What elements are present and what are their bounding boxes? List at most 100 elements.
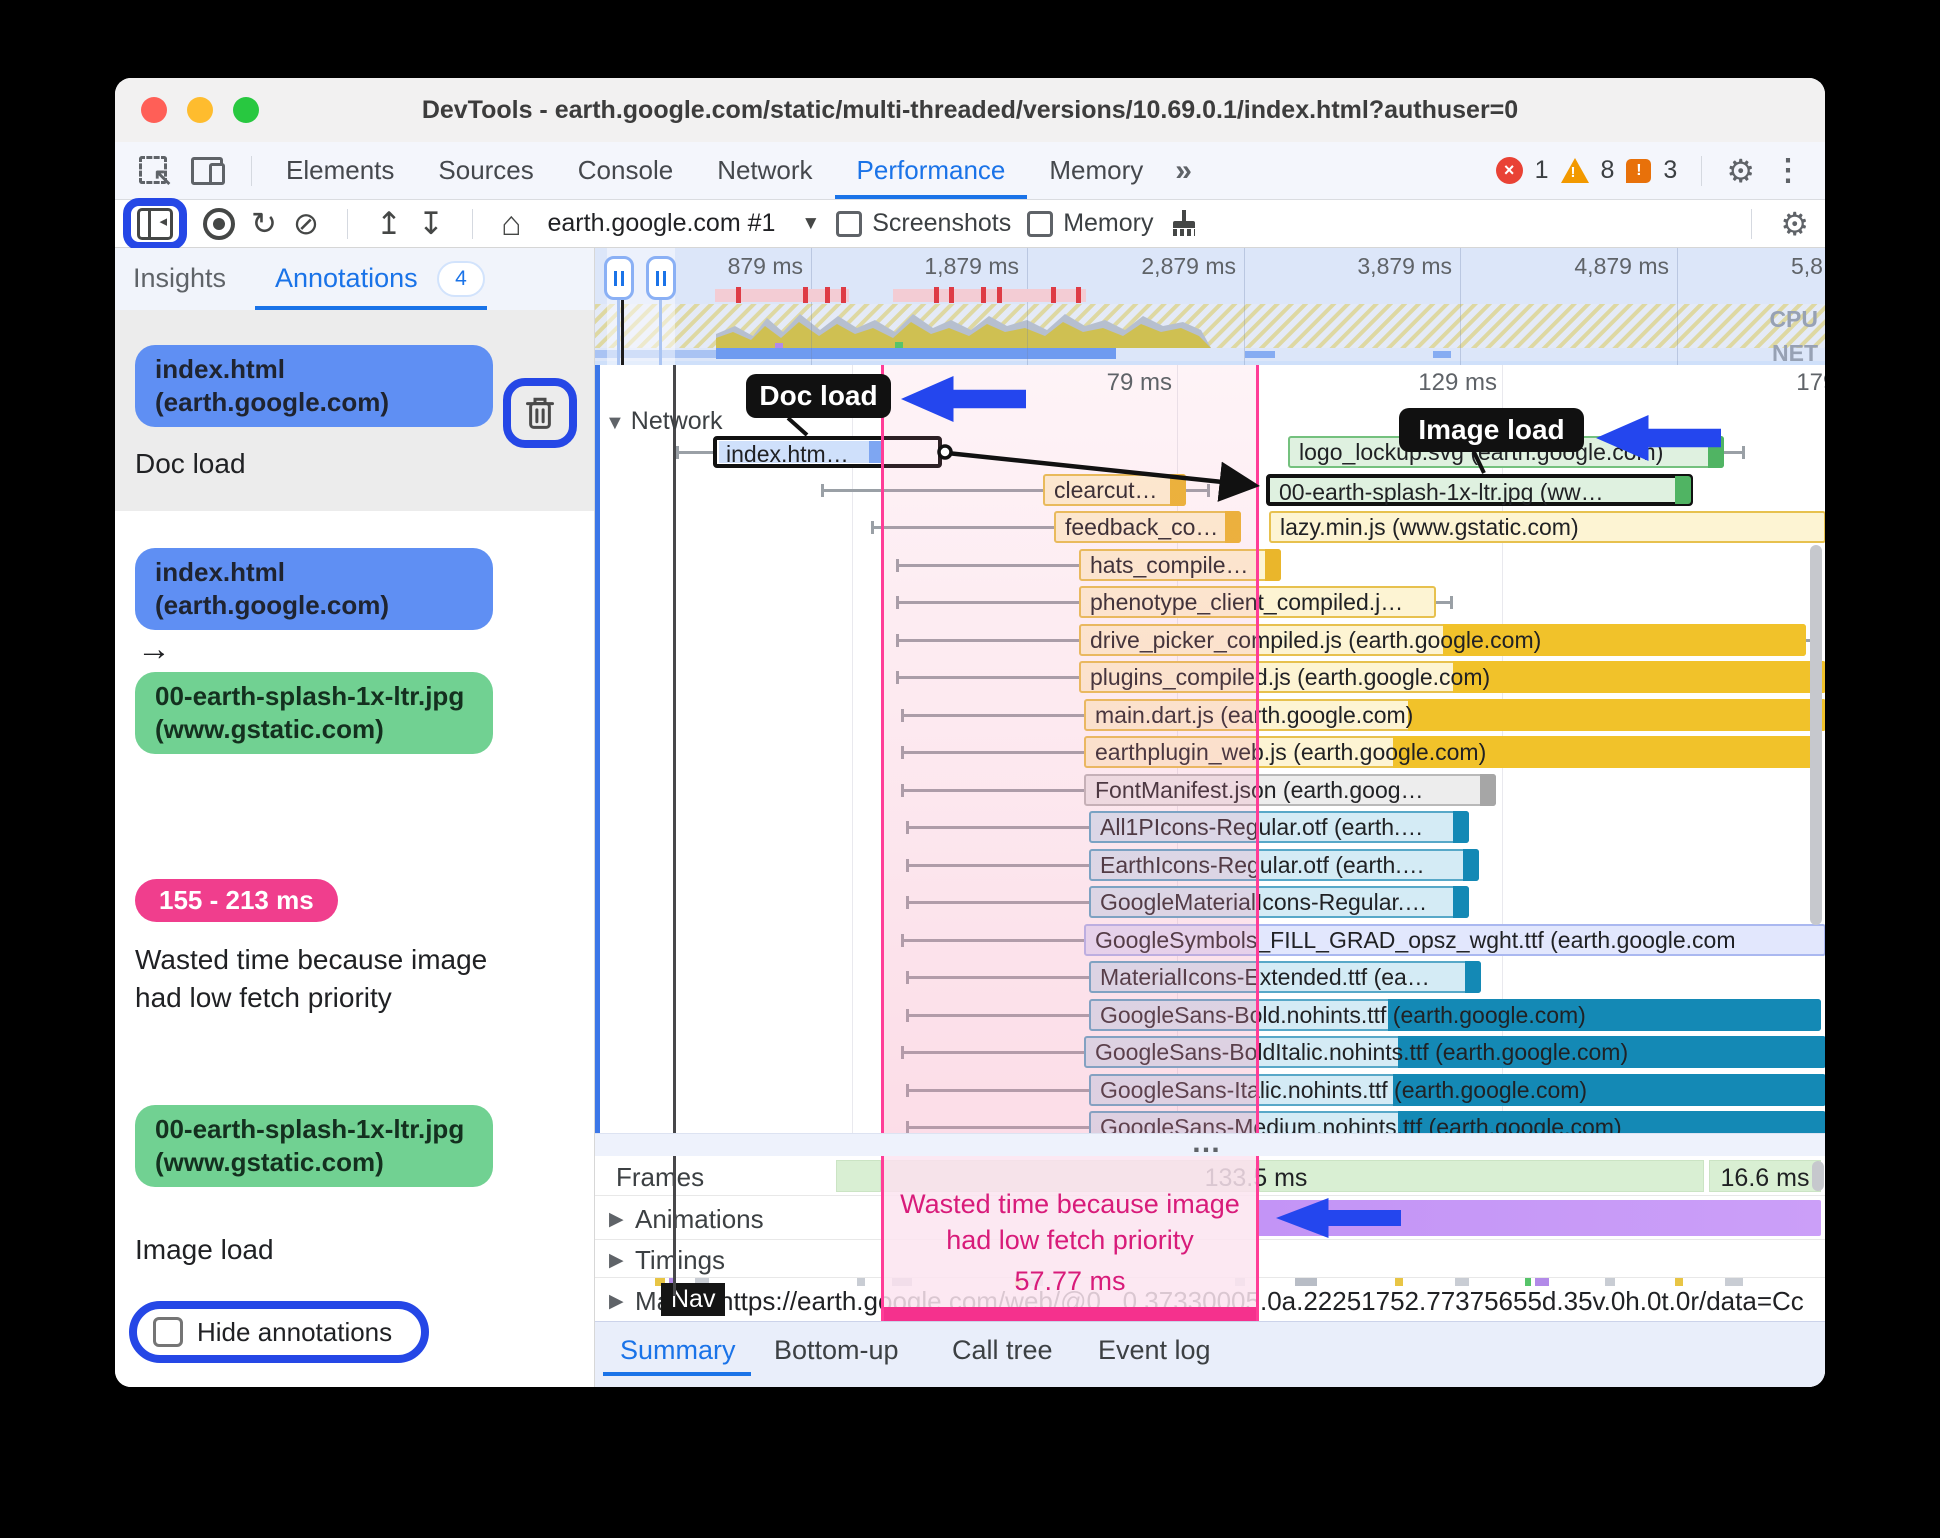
request-solid-segment (1453, 661, 1825, 693)
annotation-pill-link-from[interactable]: index.html (earth.google.com) (135, 548, 493, 630)
screenshots-checkbox[interactable]: Screenshots (836, 209, 1011, 238)
network-request-bar[interactable]: MaterialIcons-Extended.ttf (ea… (1089, 961, 1481, 993)
network-request-bar[interactable]: FontManifest.json (earth.goog… (1084, 773, 1496, 806)
checkbox-icon[interactable] (836, 210, 863, 237)
tab-summary[interactable]: Summary (620, 1322, 736, 1378)
network-request-bar[interactable]: lazy.min.js (www.gstatic.com) (1269, 511, 1825, 543)
overview-tick-label: 5,8 (1791, 253, 1823, 279)
request-label: clearcut… (1054, 476, 1158, 503)
download-profile-icon[interactable]: ↧ (418, 208, 444, 239)
network-track-header[interactable]: ▼ Network (605, 407, 722, 436)
overview-tick-label: 4,879 ms (1574, 253, 1669, 279)
garbage-collect-brush-icon[interactable] (1170, 209, 1198, 238)
network-request-bar[interactable]: plugins_compiled.js (earth.google.com) (1079, 661, 1825, 693)
toggle-sidebar-panel-icon[interactable]: ◂ (137, 207, 173, 240)
tab-annotations[interactable]: Annotations (275, 248, 418, 310)
tab-performance[interactable]: Performance (834, 142, 1028, 199)
network-request-bar[interactable]: hats_compile… (1079, 548, 1281, 581)
hide-annotations-checkbox[interactable] (153, 1317, 183, 1347)
long-task-tick (981, 287, 986, 303)
network-request-bar[interactable]: drive_picker_compiled.js (earth.google.c… (1079, 623, 1806, 656)
tab-bottom-up[interactable]: Bottom-up (774, 1322, 899, 1378)
range-handle-right[interactable] (646, 256, 676, 300)
more-requests-row[interactable]: … (595, 1126, 1825, 1159)
network-waterfall[interactable]: 79 ms129 ms179 m ▼Network index.htm…logo… (595, 365, 1825, 1133)
home-icon[interactable]: ⌂ (501, 207, 522, 241)
capture-settings-gear-icon[interactable]: ⚙ (1780, 205, 1809, 243)
image-load-annotation-label[interactable]: Image load (1399, 408, 1584, 452)
range-handle-left[interactable] (604, 256, 634, 300)
network-request-bar[interactable]: main.dart.js (earth.google.com) (1084, 698, 1825, 731)
request-whisker (896, 596, 1079, 609)
upload-profile-icon[interactable]: ↥ (376, 208, 402, 239)
kebab-menu-icon[interactable]: ⋮ (1767, 153, 1809, 188)
checkbox-icon[interactable] (1027, 210, 1054, 237)
doc-load-annotation-label[interactable]: Doc load (746, 374, 891, 418)
network-request-bar[interactable]: earthplugin_web.js (earth.google.com) (1084, 736, 1819, 768)
trash-icon[interactable] (525, 396, 555, 430)
expand-triangle-icon[interactable]: ▶ (609, 1290, 624, 1313)
network-request-bar[interactable]: GoogleSans-Italic.nohints.ttf (earth.goo… (1089, 1073, 1825, 1106)
request-label: earthplugin_web.js (earth.google.com) (1095, 739, 1487, 765)
target-selector[interactable]: earth.google.com #1 ▼ (547, 209, 820, 238)
record-button[interactable] (203, 207, 235, 240)
tab-memory[interactable]: Memory (1027, 142, 1165, 199)
network-request-bar[interactable]: GoogleMaterialIcons-Regular.… (1089, 886, 1469, 918)
collapse-triangle-icon[interactable]: ▼ (605, 412, 625, 434)
inspect-element-icon[interactable]: ↖ (139, 155, 173, 191)
request-whisker (901, 708, 1084, 722)
clear-recording-icon[interactable]: ⊘ (293, 208, 319, 239)
expand-triangle-icon[interactable]: ▶ (609, 1208, 624, 1231)
network-request-bar[interactable]: index.htm… (713, 436, 942, 468)
timings-track[interactable]: ▶ Timings (595, 1240, 1825, 1278)
annotation-pill-doc[interactable]: index.html (earth.google.com) (135, 345, 493, 427)
animations-track[interactable]: ▶ Animations (595, 1196, 1825, 1240)
animations-track-label: Animations (635, 1204, 764, 1234)
navigation-marker-line (673, 365, 676, 1133)
network-request-bar[interactable]: GoogleSans-Bold.nohints.ttf (earth.googl… (1089, 998, 1821, 1031)
tab-event-log[interactable]: Event log (1098, 1322, 1211, 1378)
request-whisker (1724, 446, 1745, 459)
network-request-bar[interactable]: GoogleSans-BoldItalic.nohints.ttf (earth… (1084, 1036, 1825, 1068)
vertical-scrollbar[interactable] (1812, 1161, 1824, 1191)
issues-icon[interactable]: ! (1626, 158, 1652, 183)
network-request-bar[interactable]: GoogleSymbols_FILL_GRAD_opsz_wght.ttf (e… (1084, 923, 1825, 956)
main-thread-track[interactable]: ▶ Ma Nav https://earth.google.com/web/@0… (595, 1278, 1825, 1321)
vertical-scrollbar[interactable] (1810, 545, 1822, 925)
tab-elements[interactable]: Elements (264, 142, 416, 199)
annotation-pill-link-to[interactable]: 00-earth-splash-1x-ltr.jpg (www.gstatic.… (135, 672, 493, 754)
tab-sources[interactable]: Sources (416, 142, 555, 199)
timeline-ruler-label: 179 m (1796, 369, 1825, 396)
network-request-bar[interactable]: EarthIcons-Regular.otf (earth.… (1089, 848, 1479, 881)
frames-track[interactable]: Frames 133.5 ms 16.6 ms (595, 1156, 1825, 1196)
request-whisker (906, 971, 1089, 984)
request-solid-segment (1408, 698, 1825, 731)
network-request-bar[interactable]: feedback_co… (1054, 511, 1241, 543)
warning-icon[interactable]: ! (1560, 158, 1589, 183)
error-icon[interactable]: × (1495, 157, 1523, 184)
tab-insights[interactable]: Insights (133, 248, 226, 310)
timeline-overview[interactable]: 879 ms 1,879 ms 2,879 ms 3,879 ms 4,879 ms 5,… (595, 248, 1825, 366)
warning-count: 8 (1600, 156, 1615, 184)
network-request-bar[interactable]: phenotype_client_compiled.j… (1079, 586, 1436, 618)
frame-segment[interactable] (1259, 1160, 1704, 1192)
memory-checkbox[interactable]: Memory (1027, 209, 1154, 238)
request-end-cap (1675, 475, 1691, 504)
annotation-pill-time-range[interactable]: 155 - 213 ms (135, 879, 338, 922)
network-request-bar[interactable]: GoogleSans-Medium.nohints.ttf (earth.goo… (1089, 1111, 1825, 1133)
expand-triangle-icon[interactable]: ▶ (609, 1249, 624, 1272)
divider (251, 155, 252, 186)
tab-call-tree[interactable]: Call tree (952, 1322, 1053, 1378)
tab-network[interactable]: Network (695, 142, 834, 199)
more-tabs-chevron-icon[interactable]: » (1165, 154, 1199, 188)
device-toolbar-icon[interactable] (191, 156, 225, 185)
annotation-pill-image[interactable]: 00-earth-splash-1x-ltr.jpg (www.gstatic.… (135, 1105, 493, 1187)
settings-gear-icon[interactable]: ⚙ (1726, 152, 1755, 190)
frame-segment[interactable] (836, 1160, 881, 1192)
reload-and-record-icon[interactable]: ↻ (251, 208, 277, 239)
network-request-bar[interactable]: All1PIcons-Regular.otf (earth.… (1089, 811, 1469, 843)
request-whisker (896, 633, 1079, 647)
network-request-bar[interactable]: 00-earth-splash-1x-ltr.jpg (ww… (1266, 473, 1693, 506)
tab-console[interactable]: Console (556, 142, 695, 199)
network-request-bar[interactable]: clearcut… (1043, 473, 1186, 506)
